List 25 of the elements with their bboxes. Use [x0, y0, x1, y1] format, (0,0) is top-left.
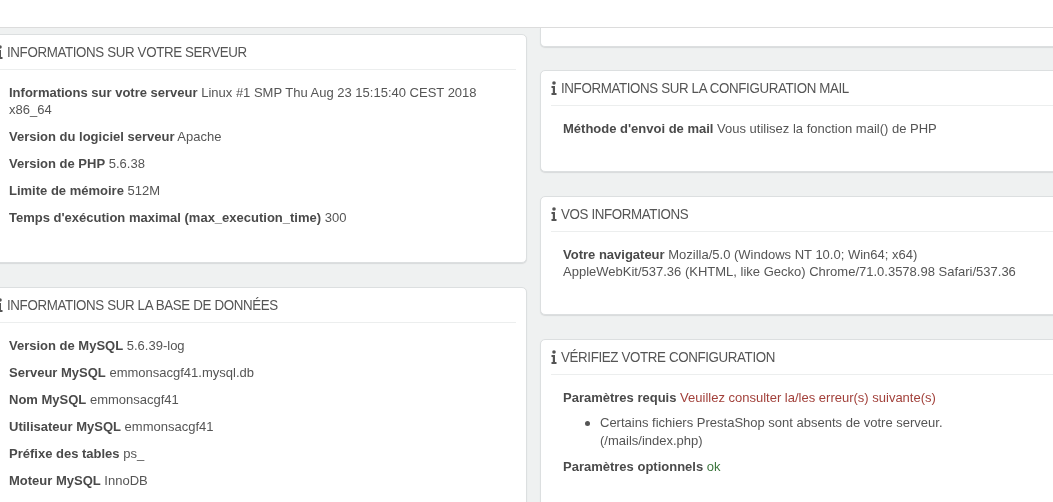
info-row-text: Version du logiciel serveur Apache [9, 128, 223, 145]
panel-title: VÉRIFIEZ VOTRE CONFIGURATION [561, 349, 775, 365]
info-row-text: Paramètres requis Veuillez consulter la/les erreur(s) suivante(s) [563, 389, 937, 406]
info-row-text: Méthode d'envoi de mail Vous utilisez la fonction mail() de PHP [563, 120, 938, 137]
info-row-text: Paramètres optionnels ok [563, 458, 722, 475]
info-icon [551, 350, 557, 364]
bullet-icon [585, 421, 590, 426]
info-row-text: Version de MySQL 5.6.39-log [9, 337, 186, 354]
info-row-text: Nom MySQL emmonsacgf41 [9, 391, 180, 408]
info-row-text: Serveur MySQL emmonsacgf41.mysql.db [9, 364, 255, 381]
info-row-text: Limite de mémoire 512M [9, 182, 162, 199]
info-row-text: Préfixe des tables ps_ [9, 445, 146, 462]
panel-title: INFORMATIONS SUR VOTRE SERVEUR [7, 44, 247, 60]
info-icon [551, 81, 557, 95]
panel-title: INFORMATIONS SUR LA BASE DE DONNÉES [7, 297, 278, 313]
panel-title: INFORMATIONS SUR LA CONFIGURATION MAIL [561, 80, 849, 96]
info-row-text: Votre navigateur Mozilla/5.0 (Windows NT 10.0; Win64; x64) AppleWebKit/537.36 (KHTML, like Gecko) Chrome/71.0.3578.98 Safari/537.36 [563, 246, 1017, 280]
info-row-text: Version de PHP 5.6.38 [9, 155, 146, 172]
error-message: Certains fichiers PrestaShop sont absents de votre serveur. (/mails/index.php) [600, 414, 944, 450]
info-icon [551, 207, 557, 221]
info-row-text: Utilisateur MySQL emmonsacgf41 [9, 418, 215, 435]
panel-title: VOS INFORMATIONS [561, 206, 689, 222]
info-row-text: Informations sur votre serveur Linux #1 SMP Thu Aug 23 15:15:40 CEST 2018 x86_64 [9, 84, 478, 118]
info-row-text: Temps d'exécution maximal (max_execution_time) 300 [9, 209, 348, 226]
info-row-text: Moteur MySQL InnoDB [9, 472, 149, 489]
